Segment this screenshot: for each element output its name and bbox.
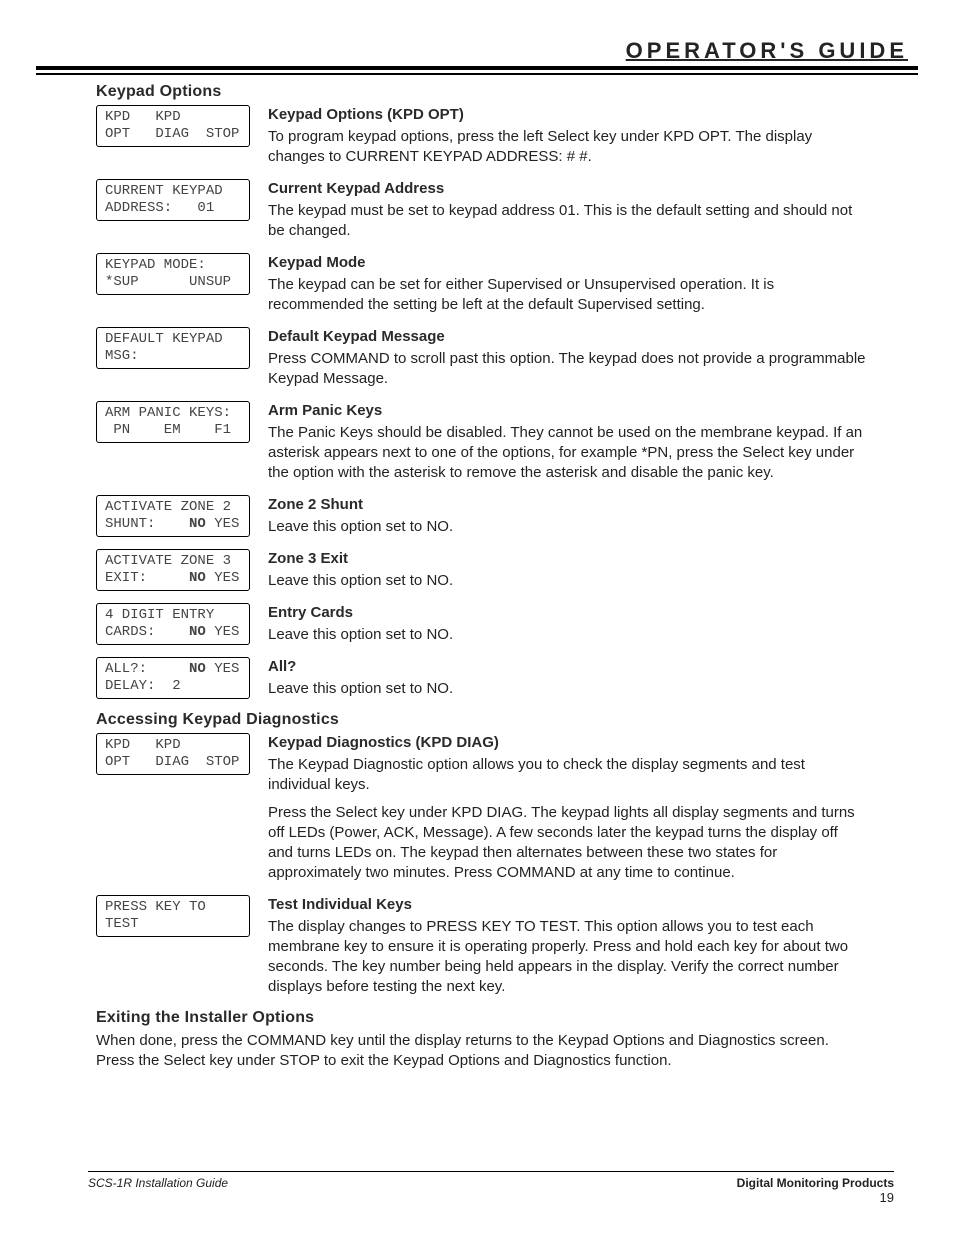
page-footer: SCS-1R Installation Guide Digital Monito… bbox=[88, 1171, 894, 1205]
heading-kpd-opt: Keypad Options (KPD OPT) bbox=[268, 105, 866, 125]
text-test-keys: The display changes to PRESS KEY TO TEST… bbox=[268, 917, 866, 997]
text-keypad-mode: The keypad can be set for either Supervi… bbox=[268, 275, 866, 315]
option-row-keypad-address: CURRENT KEYPAD ADDRESS: 01 Current Keypa… bbox=[96, 179, 866, 243]
option-row-zone2-shunt: ACTIVATE ZONE 2 SHUNT: NO YES Zone 2 Shu… bbox=[96, 495, 866, 539]
header-rule-thin bbox=[36, 73, 918, 75]
section-title-diagnostics: Accessing Keypad Diagnostics bbox=[96, 711, 866, 729]
content-area: Keypad Options KPD KPD OPT DIAG STOP Key… bbox=[48, 83, 906, 1071]
text-zone2-shunt: Leave this option set to NO. bbox=[268, 517, 866, 537]
footer-page-number: 19 bbox=[737, 1190, 894, 1205]
option-row-all: ALL?: NO YES DELAY: 2 All? Leave this op… bbox=[96, 657, 866, 701]
lcd-keypad-address: CURRENT KEYPAD ADDRESS: 01 bbox=[96, 179, 250, 221]
lcd-kpd-diag: KPD KPD OPT DIAG STOP bbox=[96, 733, 250, 775]
section-title-exiting: Exiting the Installer Options bbox=[96, 1009, 866, 1027]
footer-left-text: SCS-1R Installation Guide bbox=[88, 1176, 228, 1205]
heading-arm-panic: Arm Panic Keys bbox=[268, 401, 866, 421]
lcd-zone3-exit: ACTIVATE ZONE 3 EXIT: NO YES bbox=[96, 549, 250, 591]
heading-keypad-mode: Keypad Mode bbox=[268, 253, 866, 273]
lcd-test-keys: PRESS KEY TO TEST bbox=[96, 895, 250, 937]
lcd-kpd-opt: KPD KPD OPT DIAG STOP bbox=[96, 105, 250, 147]
text-zone3-exit: Leave this option set to NO. bbox=[268, 571, 866, 591]
header-rule-thick bbox=[36, 66, 918, 70]
heading-zone2-shunt: Zone 2 Shunt bbox=[268, 495, 866, 515]
heading-entry-cards: Entry Cards bbox=[268, 603, 866, 623]
text-default-msg: Press COMMAND to scroll past this option… bbox=[268, 349, 866, 389]
text-arm-panic: The Panic Keys should be disabled. They … bbox=[268, 423, 866, 483]
text-kpd-opt: To program keypad options, press the lef… bbox=[268, 127, 866, 167]
option-row-keypad-mode: KEYPAD MODE: *SUP UNSUP Keypad Mode The … bbox=[96, 253, 866, 317]
option-row-kpd-diag: KPD KPD OPT DIAG STOP Keypad Diagnostics… bbox=[96, 733, 866, 885]
option-row-arm-panic: ARM PANIC KEYS: PN EM F1 Arm Panic Keys … bbox=[96, 401, 866, 485]
option-row-entry-cards: 4 DIGIT ENTRY CARDS: NO YES Entry Cards … bbox=[96, 603, 866, 647]
lcd-arm-panic: ARM PANIC KEYS: PN EM F1 bbox=[96, 401, 250, 443]
text-entry-cards: Leave this option set to NO. bbox=[268, 625, 866, 645]
heading-default-msg: Default Keypad Message bbox=[268, 327, 866, 347]
text-keypad-address: The keypad must be set to keypad address… bbox=[268, 201, 866, 241]
section-title-keypad-options: Keypad Options bbox=[96, 83, 866, 101]
lcd-default-msg: DEFAULT KEYPAD MSG: bbox=[96, 327, 250, 369]
lcd-keypad-mode: KEYPAD MODE: *SUP UNSUP bbox=[96, 253, 250, 295]
header-title: OPERATOR'S GUIDE bbox=[48, 38, 908, 64]
lcd-entry-cards: 4 DIGIT ENTRY CARDS: NO YES bbox=[96, 603, 250, 645]
text-kpd-diag-2: Press the Select key under KPD DIAG. The… bbox=[268, 803, 866, 883]
option-row-kpd-opt: KPD KPD OPT DIAG STOP Keypad Options (KP… bbox=[96, 105, 866, 169]
heading-zone3-exit: Zone 3 Exit bbox=[268, 549, 866, 569]
heading-test-keys: Test Individual Keys bbox=[268, 895, 866, 915]
option-row-zone3-exit: ACTIVATE ZONE 3 EXIT: NO YES Zone 3 Exit… bbox=[96, 549, 866, 593]
text-all: Leave this option set to NO. bbox=[268, 679, 866, 699]
footer-brand: Digital Monitoring Products bbox=[737, 1176, 894, 1190]
lcd-all: ALL?: NO YES DELAY: 2 bbox=[96, 657, 250, 699]
heading-keypad-address: Current Keypad Address bbox=[268, 179, 866, 199]
lcd-zone2-shunt: ACTIVATE ZONE 2 SHUNT: NO YES bbox=[96, 495, 250, 537]
option-row-test-keys: PRESS KEY TO TEST Test Individual Keys T… bbox=[96, 895, 866, 999]
heading-all: All? bbox=[268, 657, 866, 677]
text-kpd-diag-1: The Keypad Diagnostic option allows you … bbox=[268, 755, 866, 795]
heading-kpd-diag: Keypad Diagnostics (KPD DIAG) bbox=[268, 733, 866, 753]
text-exiting: When done, press the COMMAND key until t… bbox=[96, 1031, 866, 1071]
option-row-default-msg: DEFAULT KEYPAD MSG: Default Keypad Messa… bbox=[96, 327, 866, 391]
footer-rule bbox=[88, 1171, 894, 1172]
